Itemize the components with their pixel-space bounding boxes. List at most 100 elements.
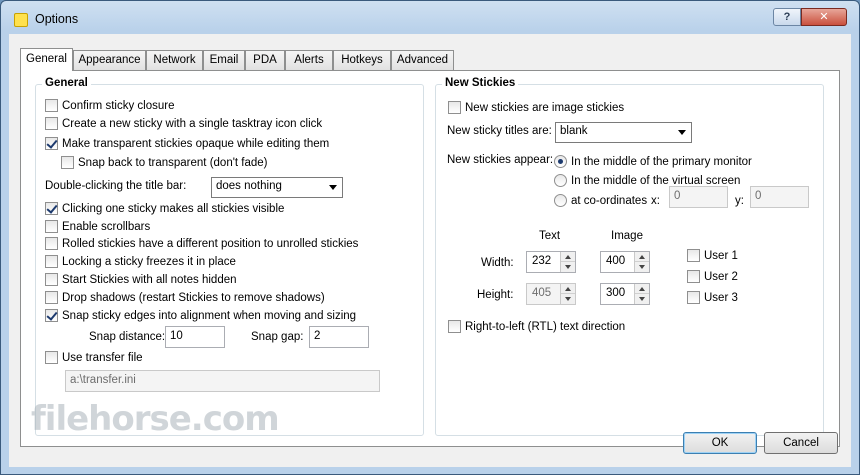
text-height-value: 405	[532, 287, 552, 299]
snap-back-option[interactable]: Snap back to transparent (don't fade)	[61, 156, 268, 169]
transfer-file-option[interactable]: Use transfer file	[45, 351, 143, 364]
rtl-option[interactable]: Right-to-left (RTL) text direction	[448, 320, 625, 333]
sticky-titles-value: blank	[560, 125, 588, 137]
opaque-editing-label: Make transparent stickies opaque while e…	[62, 137, 330, 150]
spin-up-icon[interactable]	[635, 252, 649, 262]
y-label: y:	[735, 195, 744, 207]
width-label: Width:	[481, 257, 514, 269]
opaque-editing-checkbox[interactable]	[45, 137, 58, 150]
appear-primary-radio[interactable]	[554, 155, 567, 168]
chevron-down-icon	[678, 130, 686, 135]
tab-pda[interactable]: PDA	[245, 50, 285, 70]
spin-up-icon[interactable]	[561, 252, 575, 262]
tab-email[interactable]: Email	[203, 50, 245, 70]
transfer-file-checkbox[interactable]	[45, 351, 58, 364]
image-width-spinner[interactable]: 400	[600, 251, 650, 273]
drop-shadows-label: Drop shadows (restart Stickies to remove…	[62, 291, 325, 304]
new-stickies-group-title: New Stickies	[442, 77, 519, 89]
snap-gap-input[interactable]: 2	[309, 326, 369, 348]
user-3-checkbox[interactable]	[687, 291, 700, 304]
user-2-option[interactable]: User 2	[687, 270, 738, 283]
snap-back-label: Snap back to transparent (don't fade)	[78, 156, 268, 169]
options-window: Options ? ✕ General Appearance Network E…	[0, 0, 860, 475]
start-hidden-checkbox[interactable]	[45, 273, 58, 286]
user-3-label: User 3	[704, 291, 738, 304]
spin-down-icon[interactable]	[635, 262, 649, 272]
user-3-option[interactable]: User 3	[687, 291, 738, 304]
y-coordinate-input[interactable]: 0	[750, 186, 809, 208]
user-2-checkbox[interactable]	[687, 270, 700, 283]
image-stickies-option[interactable]: New stickies are image stickies	[448, 101, 624, 114]
general-group: General Confirm sticky closure Create a …	[35, 77, 424, 436]
appear-primary-label: In the middle of the primary monitor	[571, 155, 752, 168]
lock-freezes-option[interactable]: Locking a sticky freezes it in place	[45, 255, 236, 268]
spin-up-icon[interactable]	[561, 284, 575, 294]
appear-coordinates-radio[interactable]	[554, 194, 567, 207]
double-click-label: Double-clicking the title bar:	[45, 180, 187, 192]
image-height-spinner[interactable]: 300	[600, 283, 650, 305]
all-visible-label: Clicking one sticky makes all stickies v…	[62, 202, 285, 215]
scrollbars-checkbox[interactable]	[45, 220, 58, 233]
confirm-closure-checkbox[interactable]	[45, 99, 58, 112]
sticky-titles-select[interactable]: blank	[555, 122, 692, 143]
image-column-header: Image	[611, 230, 643, 242]
spin-down-icon[interactable]	[635, 294, 649, 304]
drop-shadows-option[interactable]: Drop shadows (restart Stickies to remove…	[45, 291, 325, 304]
snap-back-checkbox[interactable]	[61, 156, 74, 169]
lock-freezes-checkbox[interactable]	[45, 255, 58, 268]
confirm-closure-option[interactable]: Confirm sticky closure	[45, 99, 174, 112]
filehorse-watermark: filehorse.com	[31, 399, 280, 439]
tab-advanced[interactable]: Advanced	[391, 50, 454, 70]
tab-alerts[interactable]: Alerts	[285, 50, 333, 70]
title-bar[interactable]: Options ? ✕	[1, 1, 859, 35]
spin-up-icon[interactable]	[635, 284, 649, 294]
window-title: Options	[35, 12, 79, 26]
appear-coordinates-option[interactable]: at co-ordinates	[554, 194, 647, 207]
help-button[interactable]: ?	[773, 8, 801, 26]
confirm-closure-label: Confirm sticky closure	[62, 99, 175, 112]
single-click-create-checkbox[interactable]	[45, 117, 58, 130]
snap-edges-checkbox[interactable]	[45, 309, 58, 322]
text-width-value: 232	[532, 255, 552, 267]
start-hidden-option[interactable]: Start Stickies with all notes hidden	[45, 273, 237, 286]
single-click-create-label: Create a new sticky with a single tasktr…	[62, 117, 323, 130]
snap-edges-option[interactable]: Snap sticky edges into alignment when mo…	[45, 309, 356, 322]
scrollbars-option[interactable]: Enable scrollbars	[45, 220, 150, 233]
text-width-spinner[interactable]: 232	[526, 251, 576, 273]
spin-down-icon[interactable]	[561, 294, 575, 304]
lock-freezes-label: Locking a sticky freezes it in place	[62, 255, 236, 268]
snap-distance-input[interactable]: 10	[165, 326, 225, 348]
rolled-position-checkbox[interactable]	[45, 237, 58, 250]
appear-primary-option[interactable]: In the middle of the primary monitor	[554, 155, 752, 168]
user-1-label: User 1	[704, 249, 738, 262]
image-height-value: 300	[606, 287, 626, 299]
all-visible-checkbox[interactable]	[45, 202, 58, 215]
double-click-select[interactable]: does nothing	[211, 177, 343, 198]
tab-appearance[interactable]: Appearance	[73, 50, 146, 70]
user-1-option[interactable]: User 1	[687, 249, 738, 262]
general-group-title: General	[42, 77, 91, 89]
ok-button[interactable]: OK	[683, 432, 757, 454]
x-coordinate-input[interactable]: 0	[669, 186, 728, 208]
image-stickies-checkbox[interactable]	[448, 101, 461, 114]
tab-general[interactable]: General	[20, 48, 73, 71]
single-click-create-option[interactable]: Create a new sticky with a single tasktr…	[45, 117, 322, 130]
drop-shadows-checkbox[interactable]	[45, 291, 58, 304]
text-height-spinner[interactable]: 405	[526, 283, 576, 305]
all-visible-option[interactable]: Clicking one sticky makes all stickies v…	[45, 202, 284, 215]
close-button[interactable]: ✕	[801, 8, 847, 26]
tab-network[interactable]: Network	[146, 50, 203, 70]
cancel-button[interactable]: Cancel	[764, 432, 838, 454]
appear-virtual-radio[interactable]	[554, 174, 567, 187]
height-label: Height:	[477, 289, 514, 301]
rtl-checkbox[interactable]	[448, 320, 461, 333]
opaque-editing-option[interactable]: Make transparent stickies opaque while e…	[45, 137, 329, 150]
user-1-checkbox[interactable]	[687, 249, 700, 262]
spin-down-icon[interactable]	[561, 262, 575, 272]
text-column-header: Text	[539, 230, 561, 242]
tab-hotkeys[interactable]: Hotkeys	[333, 50, 391, 70]
transfer-file-path-input[interactable]: a:\transfer.ini	[65, 370, 380, 392]
sticky-note-icon	[14, 13, 28, 27]
rolled-position-option[interactable]: Rolled stickies have a different positio…	[45, 237, 358, 250]
tab-panel-general: General Confirm sticky closure Create a …	[20, 70, 840, 447]
